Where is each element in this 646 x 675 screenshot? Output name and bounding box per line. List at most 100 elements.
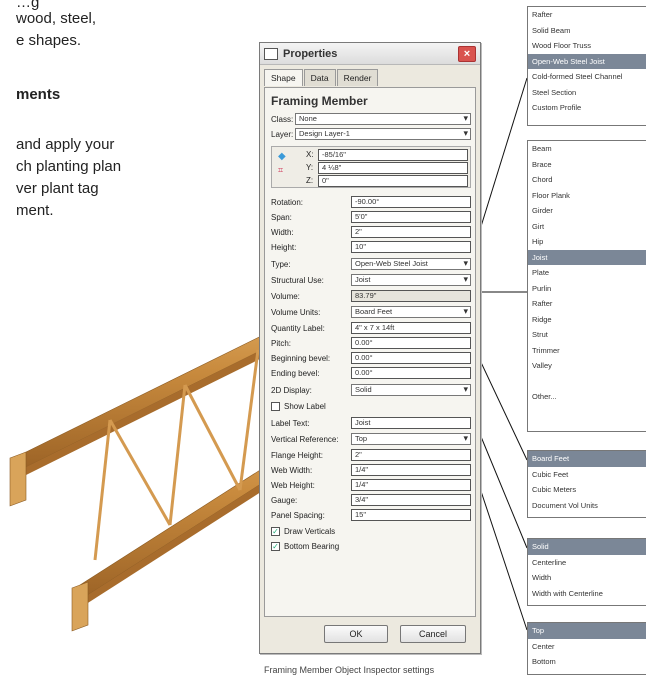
volume-label: Volume: — [271, 292, 300, 301]
span-label: Span: — [271, 213, 292, 222]
option-item[interactable]: Custom Profile — [528, 100, 646, 116]
option-item[interactable]: Beam — [528, 141, 646, 157]
quantity-field[interactable]: 4" x 7 x 14ft — [351, 322, 471, 334]
draw-verticals-checkbox[interactable]: ✓ — [271, 527, 280, 536]
option-item[interactable]: Bottom — [528, 654, 646, 670]
option-item[interactable]: Cubic Meters — [528, 482, 646, 498]
x-field[interactable]: -85/16" — [318, 149, 468, 161]
window-icon — [264, 47, 278, 60]
width-field[interactable]: 2" — [351, 226, 471, 238]
cancel-button[interactable]: Cancel — [400, 625, 466, 643]
option-item[interactable]: Cubic Feet — [528, 467, 646, 483]
class-label: Class: — [271, 115, 294, 124]
vertical-reference-select[interactable]: Top — [351, 433, 471, 445]
web-height-field[interactable]: 1/4" — [351, 479, 471, 491]
vertical-reference-label: Vertical Reference: — [271, 435, 339, 444]
span-field[interactable]: 5'0" — [351, 211, 471, 223]
bottom-chord-end — [71, 581, 89, 632]
layer-select[interactable]: Design Layer-1 — [295, 128, 471, 140]
option-item[interactable]: Open-Web Steel Joist — [528, 53, 646, 69]
beginning-bevel-label: Beginning bevel: — [271, 354, 331, 363]
height-field[interactable]: 10" — [351, 241, 471, 253]
option-item[interactable]: Document Vol Units — [528, 498, 646, 514]
ending-bevel-label: Ending bevel: — [271, 369, 320, 378]
option-item[interactable]: Top — [528, 623, 646, 639]
label-text-field[interactable]: Joist — [351, 417, 471, 429]
option-item[interactable]: Solid — [528, 539, 646, 555]
panel-spacing-field[interactable]: 15" — [351, 509, 471, 521]
option-item[interactable]: Valley — [528, 358, 646, 374]
option-item[interactable]: Width with Centerline — [528, 586, 646, 602]
pitch-field[interactable]: 0.00° — [351, 337, 471, 349]
flange-height-label: Flange Height: — [271, 451, 324, 460]
window-title: Properties — [283, 47, 338, 60]
option-item[interactable]: Center — [528, 639, 646, 655]
class-select[interactable]: None — [295, 113, 471, 125]
ok-button[interactable]: OK — [324, 625, 388, 643]
gauge-field[interactable]: 3/4" — [351, 494, 471, 506]
display-label: 2D Display: — [271, 386, 312, 395]
y-field[interactable]: 4 ¼8" — [318, 162, 468, 174]
volume-units-select[interactable]: Board Feet — [351, 306, 471, 318]
volume-units-label: Volume Units: — [271, 308, 321, 317]
option-item[interactable]: Hip — [528, 234, 646, 250]
beginning-bevel-field[interactable]: 0.00° — [351, 352, 471, 364]
bottom-bearing-checkbox[interactable]: ✓ — [271, 542, 280, 551]
z-field[interactable]: 0" — [318, 175, 468, 187]
option-item[interactable] — [528, 374, 646, 390]
option-item[interactable]: Chord — [528, 172, 646, 188]
option-item[interactable]: Centerline — [528, 555, 646, 571]
option-item[interactable]: Brace — [528, 157, 646, 173]
draw-verticals-text: Draw Verticals — [284, 527, 336, 536]
figure-caption: Framing Member Object Inspector settings — [264, 665, 435, 675]
option-item[interactable]: Cold-formed Steel Channel — [528, 69, 646, 85]
close-button[interactable]: × — [458, 45, 476, 62]
option-item[interactable]: Wood Floor Truss — [528, 38, 646, 54]
option-item[interactable]: Purlin — [528, 281, 646, 297]
option-item[interactable]: Strut — [528, 327, 646, 343]
structural-use-options-list: Beam Brace Chord Floor Plank Girder Girt Hip Jo… — [527, 140, 646, 432]
shape-panel: Framing Member Class: None Layer: Design… — [264, 87, 476, 617]
option-item[interactable]: Board Feet — [528, 451, 646, 467]
option-item[interactable]: Plate — [528, 265, 646, 281]
option-item[interactable]: Other... — [528, 389, 646, 405]
web-width-field[interactable]: 1/4" — [351, 464, 471, 476]
option-item[interactable]: Solid Beam — [528, 23, 646, 39]
option-item[interactable]: Girt — [528, 219, 646, 235]
option-item[interactable]: Width — [528, 570, 646, 586]
type-select[interactable]: Open-Web Steel Joist — [351, 258, 471, 270]
x-label: X: — [306, 150, 314, 159]
flange-height-field[interactable]: 2" — [351, 449, 471, 461]
rotation-field[interactable]: -90.00° — [351, 196, 471, 208]
position-box: ◆ ⌗ X: -85/16" Y: 4 ¼8" Z: 0" — [271, 146, 471, 188]
option-item[interactable]: Steel Section — [528, 85, 646, 101]
volume-units-options-list: Board Feet Cubic Feet Cubic Meters Document… — [527, 450, 646, 518]
quantity-label: Quantity Label: — [271, 324, 325, 333]
show-label-text: Show Label — [284, 402, 326, 411]
ending-bevel-field[interactable]: 0.00° — [351, 367, 471, 379]
option-item[interactable]: Girder — [528, 203, 646, 219]
title-bar[interactable]: Properties × — [260, 43, 480, 65]
z-label: Z: — [306, 176, 314, 185]
show-label-checkbox[interactable] — [271, 402, 280, 411]
tab-shape[interactable]: Shape — [264, 69, 303, 86]
option-item[interactable]: Ridge — [528, 312, 646, 328]
display-options-list: Solid Centerline Width Width with Centerlin… — [527, 538, 646, 606]
structural-use-select[interactable]: Joist — [351, 274, 471, 286]
web-width-label: Web Width: — [271, 466, 313, 475]
tab-data[interactable]: Data — [303, 69, 336, 86]
volume-field: 83.79" — [351, 290, 471, 302]
option-item[interactable]: Rafter — [528, 7, 646, 23]
label-text-label: Label Text: — [271, 419, 310, 428]
gauge-label: Gauge: — [271, 496, 298, 505]
option-item[interactable]: Floor Plank — [528, 188, 646, 204]
display-select[interactable]: Solid — [351, 384, 471, 396]
option-item[interactable]: Rafter — [528, 296, 646, 312]
rotation-label: Rotation: — [271, 198, 304, 207]
option-item[interactable]: Trimmer — [528, 343, 646, 359]
tab-render[interactable]: Render — [336, 69, 379, 86]
y-label: Y: — [306, 163, 314, 172]
position-diamond-icon[interactable]: ◆ — [278, 151, 286, 162]
position-marker-icon[interactable]: ⌗ — [278, 165, 283, 176]
option-item[interactable]: Joist — [528, 249, 646, 265]
